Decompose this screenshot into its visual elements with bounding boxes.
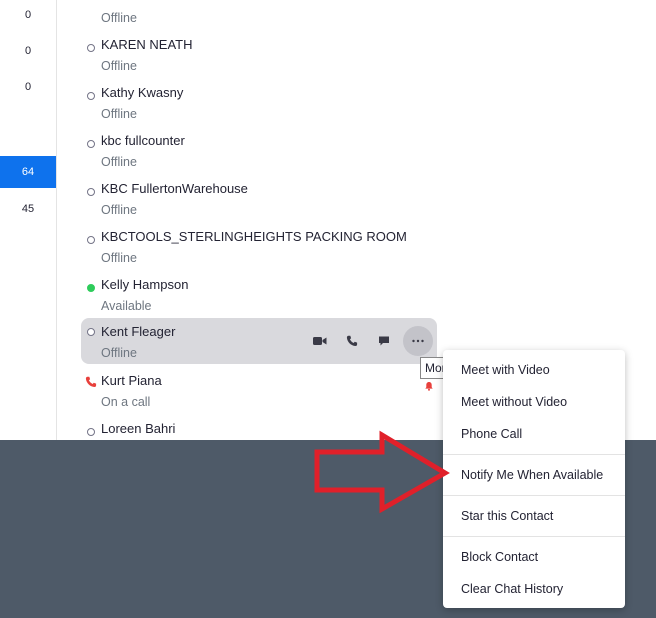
contact-row-hovered[interactable]: Kent Fleager Offline (81, 318, 437, 364)
contact-status-text: On a call (101, 395, 151, 409)
menu-item-phone-call[interactable]: Phone Call (461, 427, 522, 441)
unread-counts-column: 0 0 0 64 45 (0, 0, 57, 440)
menu-divider (443, 495, 625, 496)
offline-status-icon (87, 428, 95, 436)
menu-divider (443, 536, 625, 537)
contact-name: Kurt Piana (101, 373, 162, 388)
contact-row[interactable]: Kurt Piana On a call (81, 370, 437, 418)
offline-status-icon (87, 140, 95, 148)
contact-status-text: Offline (101, 11, 137, 25)
menu-item-meet-with-video[interactable]: Meet with Video (461, 363, 550, 377)
video-icon (313, 337, 327, 345)
phone-call-button[interactable] (339, 328, 365, 354)
offline-status-icon (87, 188, 95, 196)
menu-item-clear-chat-history[interactable]: Clear Chat History (461, 582, 563, 596)
contact-status-text: Offline (101, 107, 137, 121)
more-icon (412, 339, 424, 343)
contact-status-text: Available (101, 299, 152, 313)
chat-button[interactable] (371, 328, 397, 354)
pointer-arrow-annotation (314, 430, 450, 514)
contact-status-text: Offline (101, 251, 137, 265)
available-status-icon (87, 284, 95, 292)
unread-count: 0 (24, 9, 32, 21)
menu-item-notify-when-available[interactable]: Notify Me When Available (461, 468, 603, 482)
video-call-button[interactable] (307, 328, 333, 354)
contact-name: kbc fullcounter (101, 133, 185, 148)
phone-icon (346, 335, 358, 347)
contact-name: Kent Fleager (101, 324, 176, 339)
unread-count: 45 (21, 203, 35, 215)
offline-status-icon (87, 44, 95, 52)
unread-count-selected[interactable]: 64 (0, 156, 56, 188)
contact-status-text: Offline (101, 59, 137, 73)
contact-status-text: Offline (101, 203, 137, 217)
contact-name: Kathy Kwasny (101, 85, 184, 100)
menu-item-block-contact[interactable]: Block Contact (461, 550, 538, 564)
contact-name: KAREN NEATH (101, 37, 193, 52)
menu-item-star-contact[interactable]: Star this Contact (461, 509, 553, 523)
offline-status-icon (87, 328, 95, 336)
bell-icon (425, 382, 433, 391)
offline-status-icon (87, 92, 95, 100)
contact-name: Kelly Hampson (101, 277, 189, 292)
offline-status-icon (87, 236, 95, 244)
on-call-status-icon (85, 375, 97, 388)
unread-count: 0 (24, 81, 32, 93)
contact-row[interactable]: KAREN NEATH Offline (81, 34, 437, 82)
menu-divider (443, 454, 625, 455)
more-options-button[interactable] (403, 326, 433, 356)
menu-item-meet-without-video[interactable]: Meet without Video (461, 395, 567, 409)
contact-row[interactable]: kbc fullcounter Offline (81, 130, 437, 178)
contact-name: KBC FullertonWarehouse (101, 181, 248, 196)
contact-status-text: Offline (101, 155, 137, 169)
contact-row[interactable]: Offline (81, 0, 437, 34)
contact-status-text: Offline (101, 346, 137, 360)
unread-count: 0 (24, 45, 32, 57)
contact-name: Loreen Bahri (101, 421, 176, 436)
contact-row[interactable]: Kathy Kwasny Offline (81, 82, 437, 130)
chat-icon (379, 336, 389, 346)
contact-name: KBCTOOLS_STERLINGHEIGHTS PACKING ROOM (101, 229, 407, 244)
contact-row[interactable]: KBCTOOLS_STERLINGHEIGHTS PACKING ROOM Of… (81, 226, 437, 274)
contact-row[interactable]: KBC FullertonWarehouse Offline (81, 178, 437, 226)
contact-context-menu: Meet with Video Meet without Video Phone… (443, 350, 625, 608)
contact-row[interactable]: Kelly Hampson Available (81, 274, 437, 322)
